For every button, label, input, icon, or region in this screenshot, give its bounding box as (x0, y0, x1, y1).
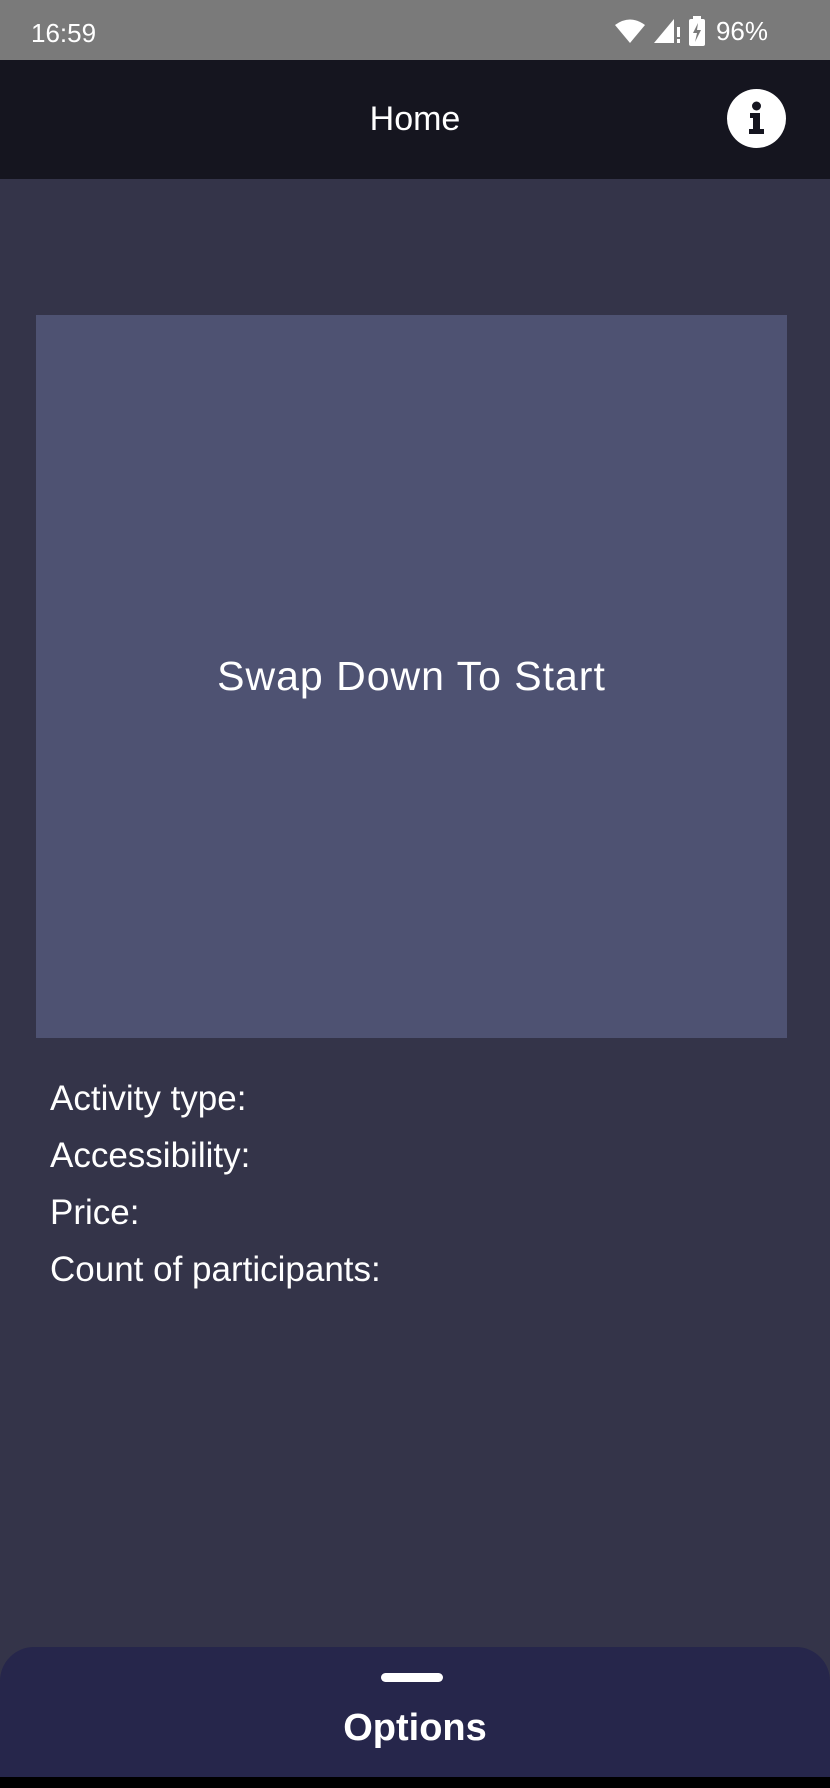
wifi-icon (614, 18, 646, 44)
price-label: Price: (50, 1193, 140, 1232)
battery-charging-icon (688, 16, 706, 46)
status-time: 16:59 (31, 18, 97, 48)
swap-prompt: Swap Down To Start (217, 653, 606, 699)
activity-details: Activity type: Accessibility: Price: Cou… (50, 1070, 381, 1298)
status-icons: 96% (614, 14, 768, 48)
app-bar: Home (0, 60, 830, 179)
status-bar: 16:59 96% (0, 0, 830, 60)
home-screen: 16:59 96% Home Swap Down To Start Activi… (0, 0, 830, 1788)
page-title: Home (369, 100, 461, 138)
system-nav-bar (0, 1777, 830, 1788)
activity-card[interactable]: Swap Down To Start (36, 315, 787, 1038)
cell-signal-icon (652, 17, 682, 45)
drag-handle[interactable] (381, 1673, 443, 1682)
accessibility-label: Accessibility: (50, 1136, 251, 1175)
activity-type-label: Activity type: (50, 1079, 247, 1118)
info-button[interactable] (727, 89, 786, 148)
info-icon (749, 101, 764, 134)
options-title: Options (343, 1707, 487, 1749)
participants-label: Count of participants: (50, 1250, 381, 1289)
battery-percent: 96% (715, 15, 768, 46)
options-bottom-sheet[interactable]: Options (0, 1647, 830, 1777)
